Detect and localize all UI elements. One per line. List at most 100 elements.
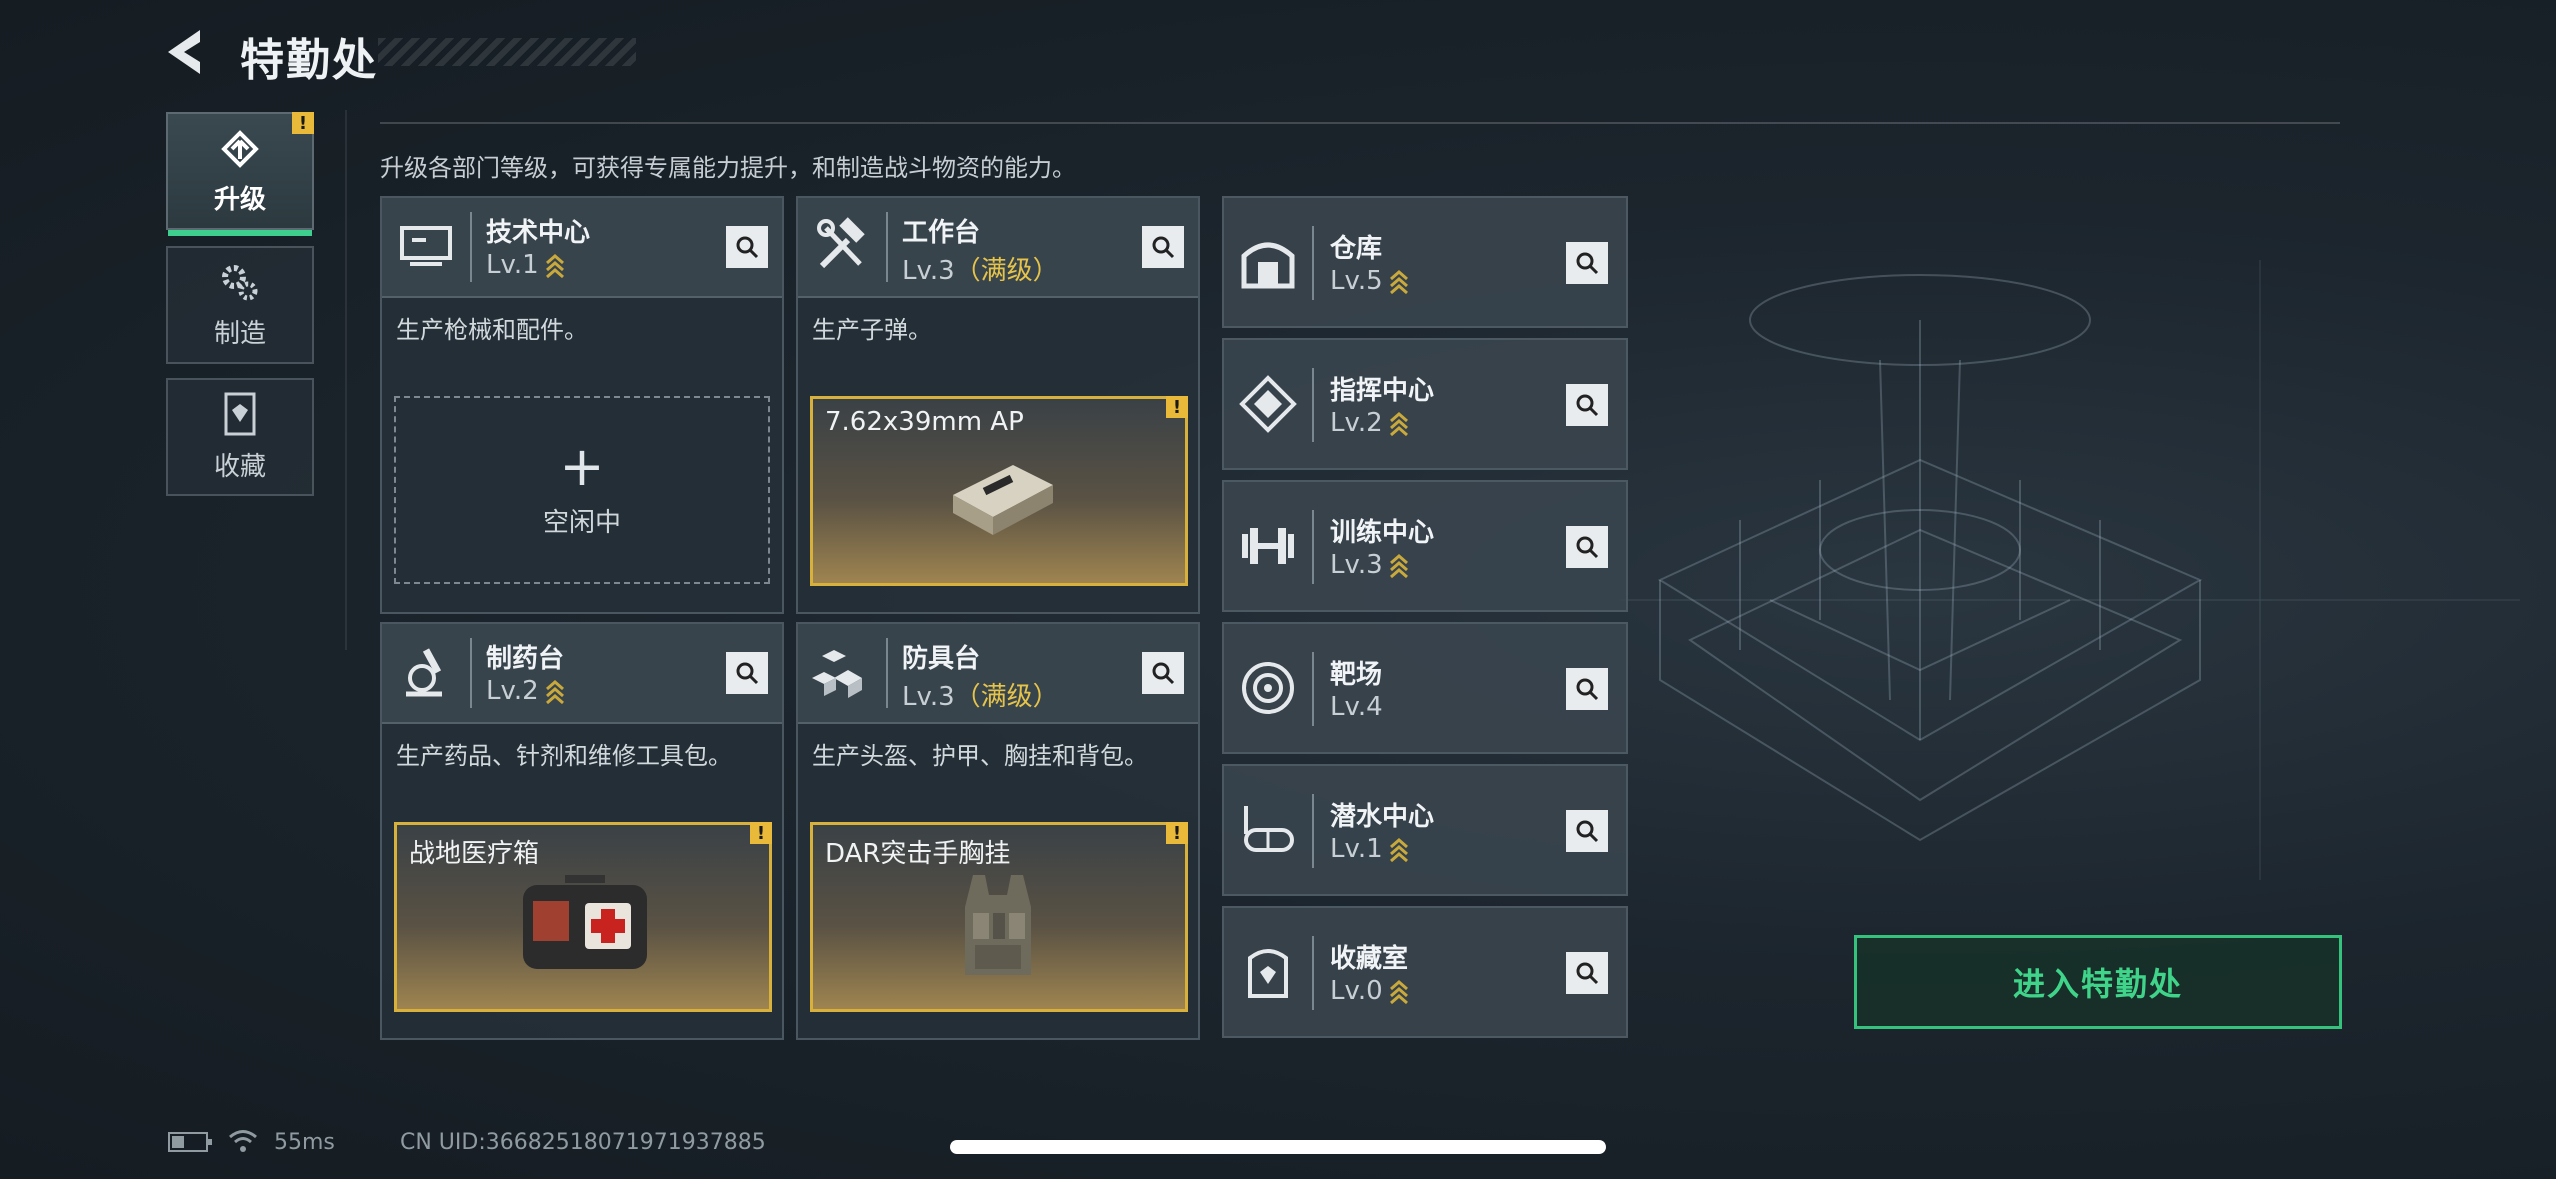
alert-badge: ! <box>1166 822 1188 844</box>
search-icon <box>1576 252 1599 275</box>
card-header: 工作台 Lv.3（满级） <box>798 198 1198 298</box>
add-icon: + <box>559 434 605 498</box>
max-level-label: （满级） <box>954 256 1059 286</box>
department-description: 生产枪械和配件。 <box>396 316 588 344</box>
department-description: 生产子弹。 <box>812 316 932 344</box>
header-separator <box>886 212 888 282</box>
user-uid: CN UID:3668251807197193788​5 <box>400 1130 766 1155</box>
facility-diving-center[interactable]: 潜水中心 Lv.1 <box>1222 764 1628 896</box>
inspect-button[interactable] <box>1142 652 1184 694</box>
search-icon <box>736 236 759 259</box>
department-name: 防具台 <box>902 644 981 674</box>
home-indicator[interactable] <box>950 1140 1606 1154</box>
slot-status: 空闲中 <box>542 507 621 538</box>
facility-name: 收藏室 <box>1330 944 1409 974</box>
department-card-tech-center: 技术中心 Lv.1 生产枪械和配件。 + 空闲中 <box>380 196 784 614</box>
production-slot-idle[interactable]: + 空闲中 <box>394 396 770 584</box>
tab-label: 收藏 <box>213 451 266 482</box>
facility-level: Lv.2 <box>1330 408 1409 438</box>
facility-level: Lv.5 <box>1330 266 1409 296</box>
upgrade-icon <box>221 129 259 168</box>
search-icon <box>736 662 759 685</box>
department-level: Lv.3（满级） <box>902 682 1059 712</box>
facility-training-center[interactable]: 训练中心 Lv.3 <box>1222 480 1628 612</box>
upgrade-chevron-icon <box>545 253 564 278</box>
upgrade-chevron-icon <box>1389 979 1408 1004</box>
collection-icon <box>224 392 256 435</box>
tab-label: 升级 <box>213 184 266 215</box>
facility-collection-room[interactable]: 收藏室 Lv.0 <box>1222 906 1628 1038</box>
battery-icon <box>168 1132 212 1152</box>
search-icon <box>1576 394 1599 417</box>
facility-level: Lv.1 <box>1330 834 1409 864</box>
inspect-button[interactable] <box>1566 810 1608 852</box>
card-header: 制药台 Lv.2 <box>382 624 782 724</box>
ammo-box-image <box>953 465 1053 535</box>
section-description: 升级各部门等级，可获得专属能力提升，和制造战斗物资的能力。 <box>380 154 1076 182</box>
department-card-workbench: 工作台 Lv.3（满级） 生产子弹。 7.62x39mm AP ! <box>796 196 1200 614</box>
department-level: Lv.2 <box>486 676 565 706</box>
facility-name: 仓库 <box>1330 234 1383 264</box>
facility-name: 指挥中心 <box>1330 376 1435 406</box>
item-name: 7.62x39mm AP <box>825 407 1024 437</box>
production-slot-item[interactable]: 战地医疗箱 ! <box>394 822 772 1012</box>
base-blueprint-illustration <box>1620 260 2520 880</box>
inspect-button[interactable] <box>1566 668 1608 710</box>
inspect-button[interactable] <box>726 652 768 694</box>
alert-badge: ! <box>1166 396 1188 418</box>
search-icon <box>1152 662 1175 685</box>
collection-icon <box>1248 949 1288 998</box>
upgrade-chevron-icon <box>545 679 564 704</box>
inspect-button[interactable] <box>726 226 768 268</box>
facility-name: 靶场 <box>1330 660 1383 690</box>
production-slot-item[interactable]: DAR突击手胸挂 ! <box>810 822 1188 1012</box>
department-card-pharmacy: 制药台 Lv.2 生产药品、针剂和维修工具包。 战地医疗箱 ! <box>380 622 784 1040</box>
department-description: 生产药品、针剂和维修工具包。 <box>396 742 732 770</box>
monitor-icon <box>400 226 452 266</box>
production-slot-item[interactable]: 7.62x39mm AP ! <box>810 396 1188 586</box>
inspect-button[interactable] <box>1566 242 1608 284</box>
tab-upgrade[interactable]: 升级 ! <box>166 112 314 236</box>
card-header: 技术中心 Lv.1 <box>382 198 782 298</box>
card-header: 防具台 Lv.3（满级） <box>798 624 1198 724</box>
facility-warehouse[interactable]: 仓库 Lv.5 <box>1222 196 1628 328</box>
wifi-icon <box>229 1130 257 1152</box>
facility-shooting-range[interactable]: 靶场 Lv.4 <box>1222 622 1628 754</box>
upgrade-chevron-icon <box>1389 411 1408 436</box>
chest-rig-image <box>965 875 1031 975</box>
card-separator <box>1312 226 1314 300</box>
tab-craft[interactable]: 制造 <box>166 246 314 364</box>
upgrade-chevron-icon <box>1389 269 1408 294</box>
search-icon <box>1152 236 1175 259</box>
header-separator <box>886 638 888 708</box>
search-icon <box>1576 678 1599 701</box>
armor-cubes-icon <box>812 650 862 698</box>
header-separator <box>470 638 472 708</box>
facility-name: 训练中心 <box>1330 518 1435 548</box>
department-description: 生产头盔、护甲、胸挂和背包。 <box>812 742 1148 770</box>
inspect-button[interactable] <box>1142 226 1184 268</box>
facility-command-center[interactable]: 指挥中心 Lv.2 <box>1222 338 1628 470</box>
tab-collection[interactable]: 收藏 <box>166 378 314 496</box>
department-name: 技术中心 <box>486 218 591 248</box>
facility-name: 潜水中心 <box>1330 802 1435 832</box>
card-separator <box>1312 936 1314 1010</box>
top-divider <box>380 122 2340 124</box>
alert-badge: ! <box>750 822 772 844</box>
back-arrow-icon <box>168 30 200 74</box>
inspect-button[interactable] <box>1566 952 1608 994</box>
inspect-button[interactable] <box>1566 526 1608 568</box>
card-separator <box>1312 794 1314 868</box>
search-icon <box>1576 962 1599 985</box>
card-separator <box>1312 368 1314 442</box>
ping-readout: 55ms <box>274 1130 335 1155</box>
enter-special-ops-button[interactable]: 进入特勤处 <box>1854 935 2342 1029</box>
page-title: 特勤处 <box>240 35 378 86</box>
tab-label: 制造 <box>213 318 266 349</box>
warehouse-icon <box>1241 242 1295 289</box>
inspect-button[interactable] <box>1566 384 1608 426</box>
gears-icon <box>222 264 258 300</box>
facility-level: Lv.0 <box>1330 976 1409 1006</box>
facility-level: Lv.4 <box>1330 692 1383 722</box>
back-button[interactable] <box>160 24 216 80</box>
